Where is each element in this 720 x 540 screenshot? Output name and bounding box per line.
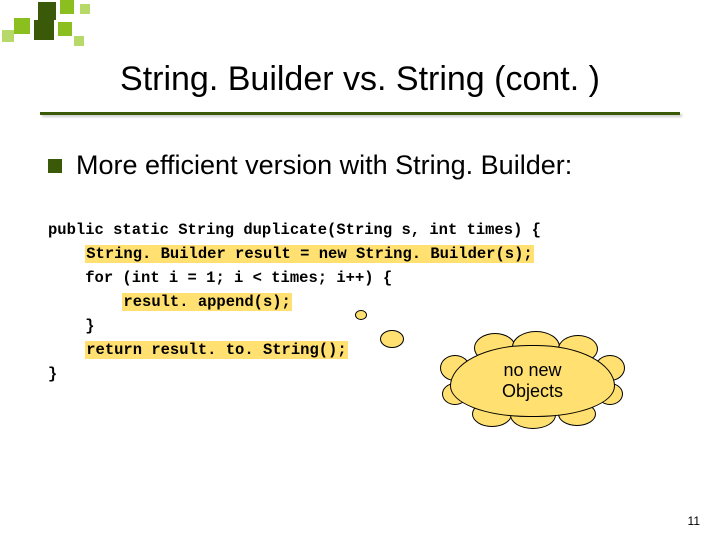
thought-bubble-medium-icon: [380, 330, 404, 348]
callout-text: no newObjects: [450, 345, 615, 417]
title-underline: [40, 112, 680, 115]
code-line-6: return result. to. String();: [85, 341, 347, 359]
page-number: 11: [688, 514, 700, 528]
slide-title: String. Builder vs. String (cont. ): [0, 60, 720, 99]
code-line-2: String. Builder result = new String. Bui…: [85, 245, 533, 263]
corner-decoration: [0, 0, 140, 48]
code-line-1: public static String duplicate(String s,…: [48, 221, 541, 239]
bullet-point: More efficient version with String. Buil…: [48, 150, 572, 181]
callout-cloud: no newObjects: [450, 345, 615, 417]
bullet-text: More efficient version with String. Buil…: [76, 150, 572, 181]
code-line-5: }: [85, 317, 94, 335]
code-line-7: }: [48, 365, 57, 383]
bullet-square-icon: [48, 159, 62, 173]
code-line-3: for (int i = 1; i < times; i++) {: [85, 269, 392, 287]
thought-bubble-small-icon: [355, 310, 367, 320]
code-line-4: result. append(s);: [122, 293, 291, 311]
